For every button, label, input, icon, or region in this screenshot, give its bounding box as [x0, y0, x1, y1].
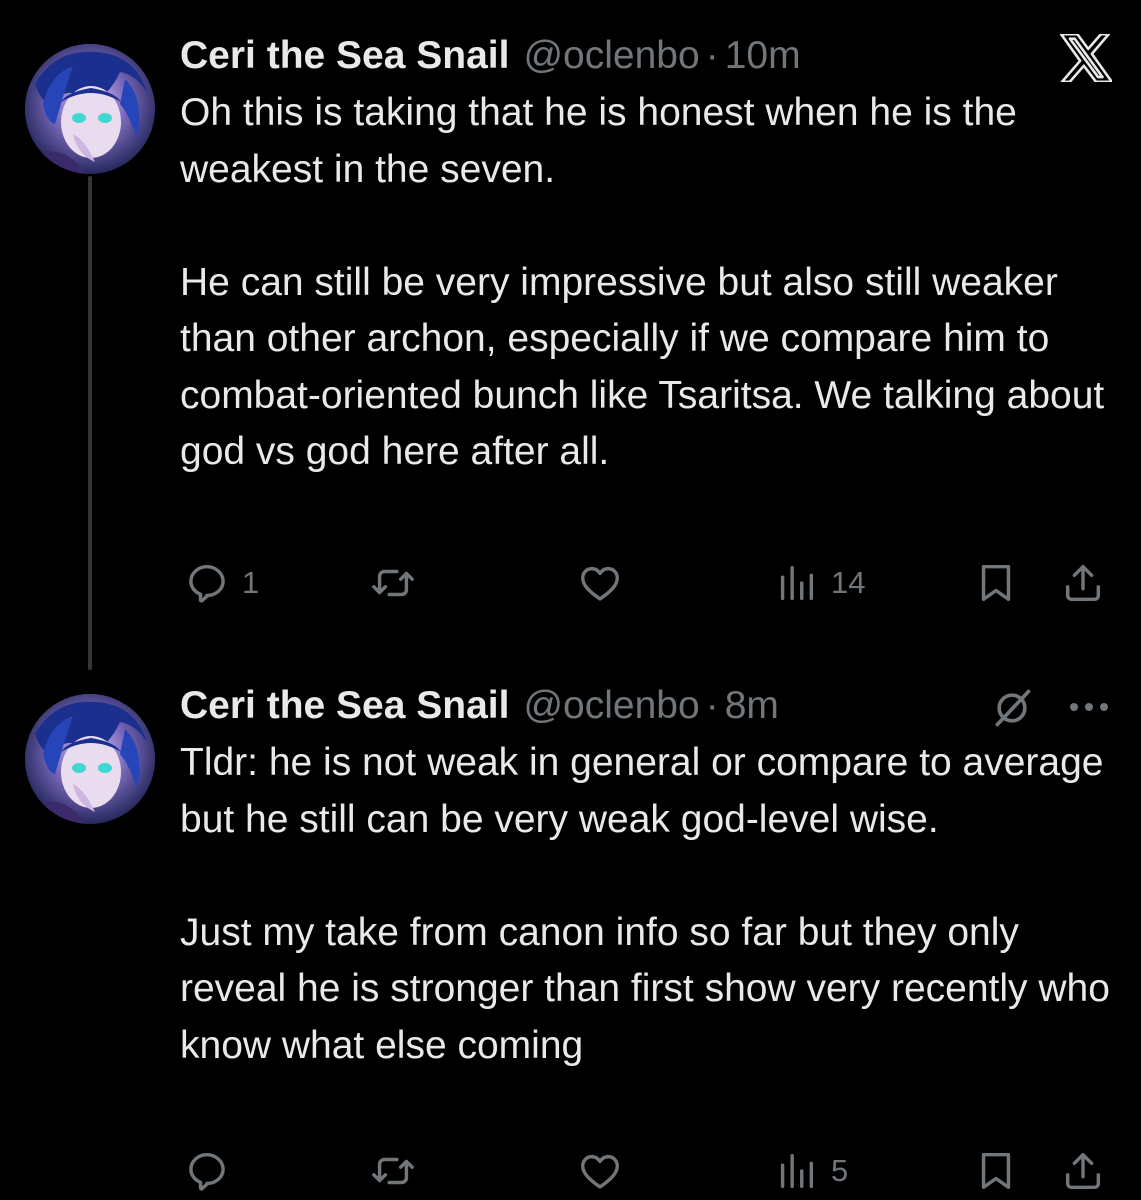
- display-name[interactable]: Ceri the Sea Snail: [180, 30, 509, 82]
- bookmark-icon: [981, 564, 1011, 602]
- thread-line: [88, 176, 92, 670]
- tweet-paragraph: Oh this is taking that he is honest when…: [180, 91, 1017, 191]
- tweet-paragraph: Just my take from canon info so far but …: [180, 910, 1110, 1067]
- avatar-image: [25, 44, 155, 174]
- reply-icon: [189, 1152, 225, 1191]
- retweet-button[interactable]: [370, 557, 416, 609]
- grok-icon[interactable]: [990, 686, 1034, 730]
- reply-count: 1: [242, 565, 260, 600]
- avatar[interactable]: [25, 44, 155, 174]
- more-icon[interactable]: [1067, 700, 1111, 714]
- bookmark-button[interactable]: [973, 557, 1019, 609]
- share-icon: [1065, 564, 1101, 602]
- like-button[interactable]: [577, 1145, 623, 1197]
- tweet-header: Ceri the Sea Snail @oclenbo · 10m: [180, 30, 801, 82]
- share-button[interactable]: [1060, 1145, 1106, 1197]
- views-icon: [780, 1153, 814, 1189]
- share-button[interactable]: [1060, 557, 1106, 609]
- x-logo-icon[interactable]: [1060, 34, 1112, 82]
- share-icon: [1065, 1152, 1101, 1190]
- views-button[interactable]: 14: [773, 557, 865, 609]
- avatar-image: [25, 694, 155, 824]
- reply-button[interactable]: [184, 1145, 230, 1197]
- views-icon: [780, 565, 814, 601]
- separator-dot: ·: [705, 684, 719, 727]
- bookmark-icon: [981, 1152, 1011, 1190]
- retweet-icon: [372, 569, 414, 597]
- tweet-text: Oh this is taking that he is honest when…: [180, 85, 1125, 481]
- views-button[interactable]: 5: [773, 1145, 848, 1197]
- like-button[interactable]: [577, 557, 623, 609]
- like-icon: [581, 566, 619, 601]
- bookmark-button[interactable]: [973, 1145, 1019, 1197]
- action-bar: 5: [180, 1145, 1110, 1197]
- handle[interactable]: @oclenbo: [523, 680, 699, 732]
- like-icon: [581, 1154, 619, 1189]
- handle[interactable]: @oclenbo: [523, 30, 699, 82]
- tweet-paragraph: He can still be very impressive but also…: [180, 260, 1105, 474]
- tweet[interactable]: Ceri the Sea Snail @oclenbo · 10m Oh thi…: [0, 0, 1141, 670]
- tweet[interactable]: Ceri the Sea Snail @oclenbo · 8m Tldr: h…: [0, 650, 1141, 1200]
- reply-button[interactable]: 1: [184, 557, 259, 609]
- retweet-icon: [372, 1157, 414, 1185]
- tweet-header: Ceri the Sea Snail @oclenbo · 8m: [180, 680, 779, 732]
- reply-icon: [189, 564, 225, 603]
- timestamp[interactable]: 10m: [725, 30, 801, 82]
- views-count: 14: [831, 565, 866, 600]
- views-count: 5: [831, 1153, 849, 1188]
- avatar[interactable]: [25, 694, 155, 824]
- display-name[interactable]: Ceri the Sea Snail: [180, 680, 509, 732]
- action-bar: 1 14: [180, 557, 1110, 609]
- timestamp[interactable]: 8m: [725, 680, 779, 732]
- tweet-text: Tldr: he is not weak in general or compa…: [180, 735, 1125, 1074]
- retweet-button[interactable]: [370, 1145, 416, 1197]
- separator-dot: ·: [705, 34, 719, 77]
- tweet-paragraph: Tldr: he is not weak in general or compa…: [180, 741, 1104, 841]
